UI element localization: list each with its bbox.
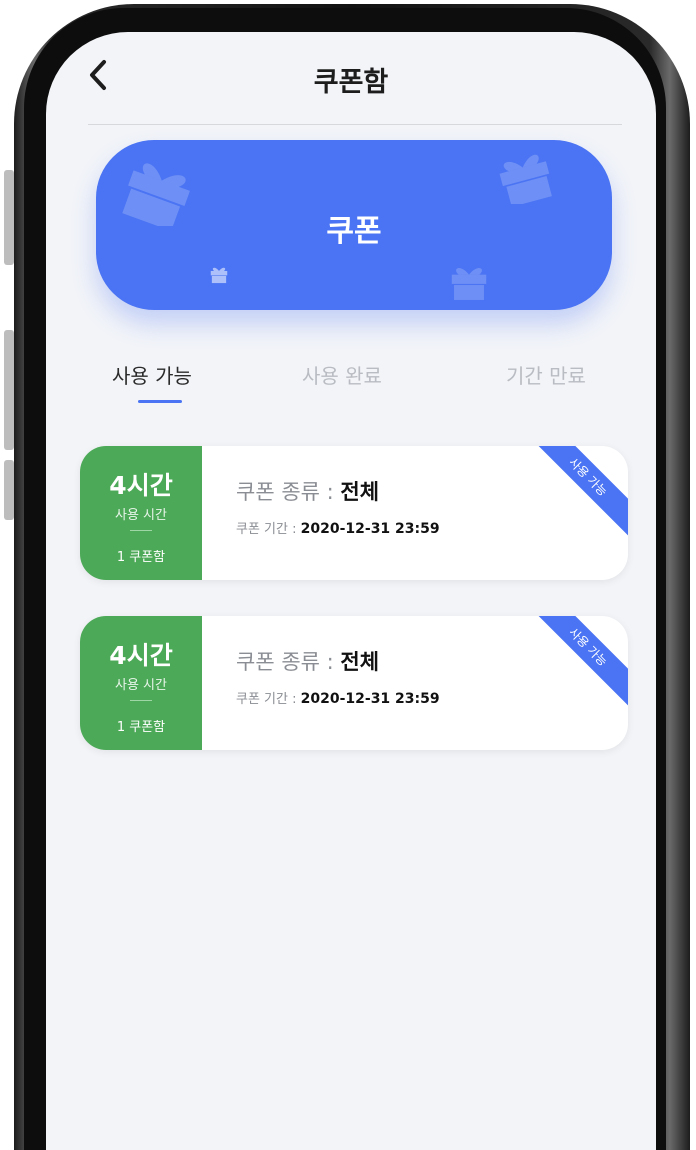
coupon-type-value: 전체 [340,650,380,674]
tab-used[interactable]: 사용 완료 [302,360,382,389]
coupon-period-value: 2020-12-31 23:59 [300,691,440,707]
coupon-count: 1 쿠폰함 [116,720,166,735]
coupon-hours: 4시간 [109,641,173,670]
active-tab-indicator [138,400,182,403]
page-title: 쿠폰함 [313,67,389,98]
phone-side-button [4,330,14,450]
coupon-hours-label: 사용 시간 [115,508,167,523]
coupon-tabs: 사용 가능 사용 완료 기간 만료 [46,350,656,410]
coupon-info: 쿠폰 종류 : 전체 쿠폰 기간 : 2020-12-31 23:59 [236,646,440,707]
header: 쿠폰함 [46,32,656,124]
phone-side-button [4,460,14,520]
divider [130,700,152,701]
banner-title: 쿠폰 [326,214,382,249]
app-screen: 쿠폰함 쿠폰 사용 가능 사용 완료 기간 만료 4시간 사용 시간 1 쿠폰함… [46,32,656,1150]
coupon-hours-panel: 4시간 사용 시간 1 쿠폰함 [80,616,202,750]
coupon-type-label: 쿠폰 종류 : [236,650,341,674]
status-ribbon: 사용 가능 [529,616,628,706]
coupon-hours-panel: 4시간 사용 시간 1 쿠폰함 [80,446,202,580]
coupon-type-label: 쿠폰 종류 : [236,480,341,504]
coupon-period-value: 2020-12-31 23:59 [300,521,440,537]
status-ribbon: 사용 가능 [529,446,628,536]
coupon-hours-label: 사용 시간 [115,678,167,693]
gift-icon [210,267,228,284]
header-divider [88,124,622,125]
coupon-type: 쿠폰 종류 : 전체 [236,646,440,676]
coupon-hours: 4시간 [109,471,173,500]
tab-expired[interactable]: 기간 만료 [506,360,586,389]
coupon-type-value: 전체 [340,480,380,504]
phone-side-button [4,170,14,265]
divider [130,530,152,531]
coupon-type: 쿠폰 종류 : 전체 [236,476,440,506]
tab-available[interactable]: 사용 가능 [112,360,192,389]
gift-icon [451,268,487,300]
gift-icon [499,154,552,204]
coupon-info: 쿠폰 종류 : 전체 쿠폰 기간 : 2020-12-31 23:59 [236,476,440,537]
coupon-period-label: 쿠폰 기간 : [236,692,301,707]
coupon-card[interactable]: 4시간 사용 시간 1 쿠폰함 쿠폰 종류 : 전체 쿠폰 기간 : 2020-… [80,446,628,580]
coupon-period: 쿠폰 기간 : 2020-12-31 23:59 [236,518,440,537]
coupon-count: 1 쿠폰함 [116,550,166,565]
coupon-period-label: 쿠폰 기간 : [236,522,301,537]
coupon-card[interactable]: 4시간 사용 시간 1 쿠폰함 쿠폰 종류 : 전체 쿠폰 기간 : 2020-… [80,616,628,750]
coupon-period: 쿠폰 기간 : 2020-12-31 23:59 [236,688,440,707]
coupon-banner: 쿠폰 [96,140,612,310]
